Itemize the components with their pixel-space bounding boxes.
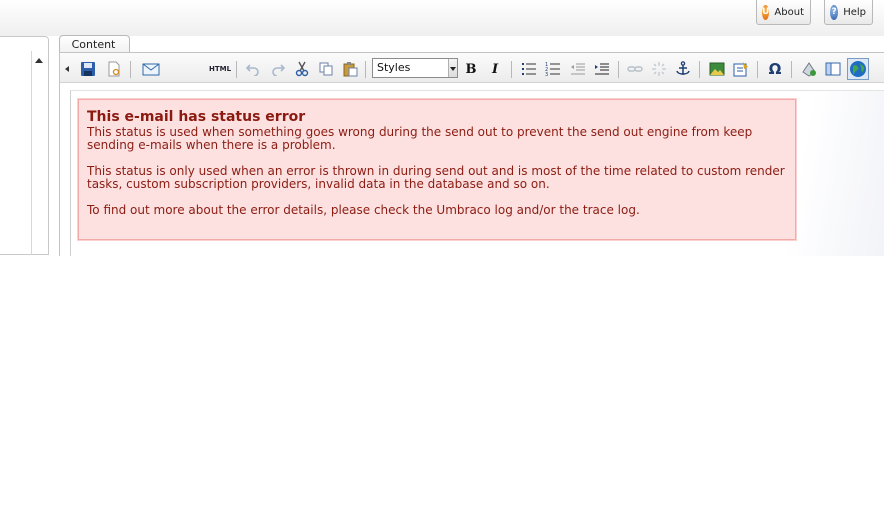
- bold-button[interactable]: B: [461, 59, 481, 79]
- status-title: This e-mail has status error: [87, 109, 306, 125]
- numbered-list-icon[interactable]: 123: [543, 59, 563, 79]
- save-icon[interactable]: [78, 59, 98, 79]
- rich-text-editor: HTML Styles B I 1 2 3 Ω This e-mail has …: [59, 52, 884, 256]
- send-email-icon[interactable]: [141, 59, 161, 79]
- toolbar-separator: [757, 61, 758, 78]
- outdent-icon[interactable]: [568, 59, 588, 79]
- tree-panel: [0, 36, 49, 255]
- toolbar-separator: [618, 61, 619, 78]
- svg-text:3: 3: [545, 72, 548, 76]
- chevron-down-icon[interactable]: [448, 59, 457, 77]
- tab-label: Content: [71, 38, 116, 51]
- tab-content[interactable]: Content: [59, 35, 130, 53]
- question-icon: ?: [830, 4, 839, 20]
- undo-icon[interactable]: [243, 59, 263, 79]
- editor-content-area[interactable]: This e-mail has status error This status…: [70, 90, 884, 256]
- html-source-button[interactable]: HTML: [208, 59, 232, 79]
- toolbar-separator: [236, 61, 237, 78]
- bullet-list-icon[interactable]: [519, 59, 539, 79]
- unlink-icon[interactable]: [649, 59, 669, 79]
- status-paragraph: To find out more about the error details…: [87, 203, 640, 217]
- status-error-box: This e-mail has status error This status…: [78, 99, 796, 240]
- preview-icon[interactable]: [104, 59, 124, 79]
- status-paragraph: This status is used when something goes …: [87, 125, 753, 152]
- status-paragraph: This status is only used when an error i…: [87, 164, 785, 191]
- link-icon[interactable]: [625, 59, 645, 79]
- paste-icon[interactable]: [340, 59, 360, 79]
- help-label: Help: [843, 6, 866, 18]
- anchor-icon[interactable]: [673, 59, 693, 79]
- layout-icon[interactable]: [823, 59, 843, 79]
- redo-icon[interactable]: [268, 59, 288, 79]
- toolbar-separator: [130, 61, 131, 78]
- editor-toolbar: HTML Styles B I 1 2 3 Ω: [60, 52, 884, 83]
- umbraco-logo-icon: U: [762, 4, 770, 20]
- special-char-button[interactable]: Ω: [765, 59, 785, 79]
- panel-scrollbar[interactable]: [31, 51, 32, 255]
- globe-icon[interactable]: [847, 58, 869, 80]
- toolbar-separator: [699, 61, 700, 78]
- top-header: U About ? Help: [0, 0, 884, 36]
- insert-image-icon[interactable]: [707, 59, 727, 79]
- copy-icon[interactable]: [316, 59, 336, 79]
- toolbar-separator: [365, 61, 366, 78]
- about-label: About: [774, 6, 804, 18]
- help-button[interactable]: ? Help: [824, 0, 873, 25]
- cut-icon[interactable]: [292, 59, 312, 79]
- scroll-up-icon[interactable]: [35, 58, 43, 63]
- about-button[interactable]: U About: [756, 0, 811, 25]
- indent-icon[interactable]: [592, 59, 612, 79]
- toolbar-separator: [791, 61, 792, 78]
- insert-form-icon[interactable]: [731, 59, 751, 79]
- toolbar-separator: [511, 61, 512, 78]
- insert-table-icon[interactable]: [799, 59, 819, 79]
- toolbar-collapse-icon[interactable]: [65, 66, 69, 72]
- italic-button[interactable]: I: [485, 59, 505, 79]
- styles-dropdown[interactable]: Styles: [372, 58, 458, 78]
